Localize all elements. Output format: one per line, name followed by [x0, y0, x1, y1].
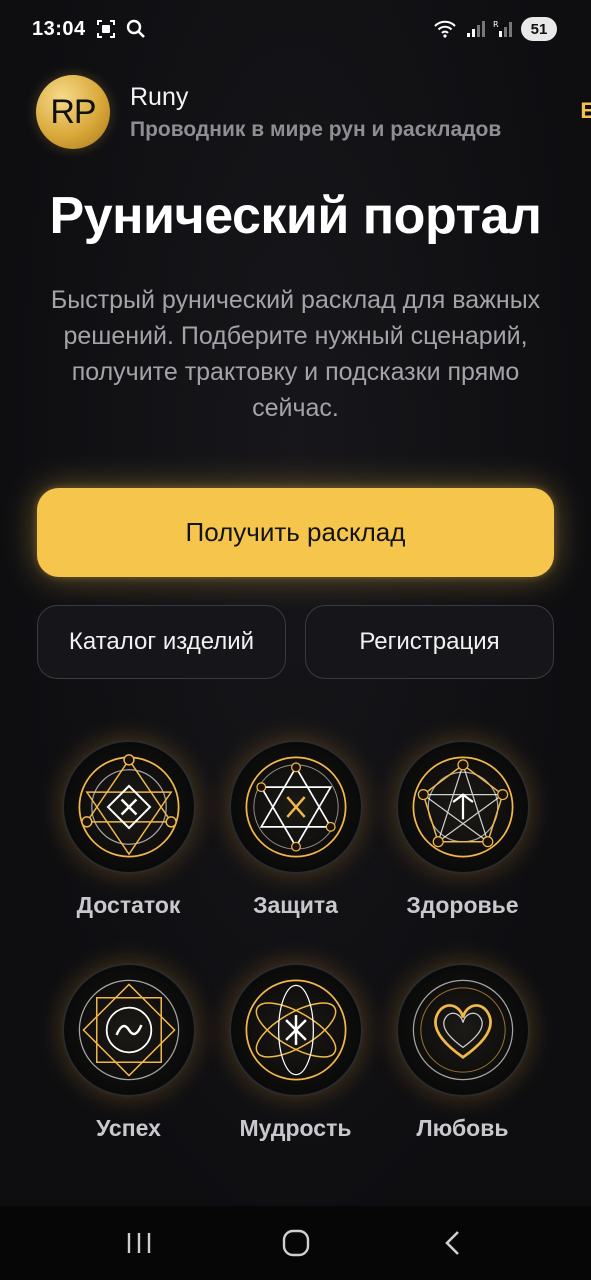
rune-protection-icon[interactable]	[228, 740, 363, 874]
app-tagline: Проводник в мире рун и раскладов	[130, 117, 502, 141]
secondary-actions: Каталог изделий Регистрация	[37, 605, 554, 679]
rune-label-wisdom: Мудрость	[239, 1115, 352, 1141]
page-description: Быстрый рунический расклад для важных ре…	[50, 286, 541, 422]
rune-category-wealth[interactable]: Достаток	[45, 740, 212, 919]
rune-success-icon[interactable]	[61, 963, 196, 1097]
back-icon[interactable]	[423, 1218, 483, 1268]
rune-category-health[interactable]: Здоровье	[379, 740, 546, 919]
wifi-icon	[434, 20, 456, 38]
signal-roaming-icon: R	[493, 20, 512, 37]
app-name: Runy	[130, 82, 189, 111]
status-bar: 13:04 R 51	[0, 0, 591, 58]
rune-category-success[interactable]: Успех	[45, 963, 212, 1142]
avatar[interactable]: RP	[36, 75, 110, 149]
rune-wisdom-icon[interactable]	[228, 963, 363, 1097]
svg-text:R: R	[493, 20, 499, 29]
rune-love-icon[interactable]	[395, 963, 530, 1097]
battery-indicator: 51	[521, 17, 557, 41]
page-title: Рунический портал	[49, 187, 542, 245]
get-reading-button[interactable]: Получить расклад	[37, 488, 554, 577]
clock: 13:04	[32, 17, 86, 40]
rune-label-wealth: Достаток	[76, 892, 181, 918]
signal-icon	[467, 21, 485, 37]
search-icon	[126, 19, 145, 38]
home-icon[interactable]	[266, 1218, 326, 1268]
rune-category-protection[interactable]: Защита	[212, 740, 379, 919]
rune-wealth-icon[interactable]	[61, 740, 196, 874]
offscreen-menu-letter[interactable]: E	[580, 98, 591, 124]
brand-header: RP Runy Проводник в мире рун и раскладов	[36, 74, 591, 150]
rune-label-health: Здоровье	[406, 892, 519, 918]
screen: 13:04 R 51 RP Runy Проводник в мире рун …	[0, 0, 591, 1280]
rune-label-love: Любовь	[416, 1115, 509, 1141]
rune-label-success: Успех	[96, 1115, 161, 1141]
system-nav-bar	[0, 1206, 591, 1280]
rune-category-love[interactable]: Любовь	[379, 963, 546, 1142]
recent-apps-icon[interactable]	[109, 1218, 169, 1268]
rune-health-icon[interactable]	[395, 740, 530, 874]
screenshot-icon	[96, 20, 115, 38]
rune-label-protection: Защита	[253, 892, 338, 918]
rune-category-wisdom[interactable]: Мудрость	[212, 963, 379, 1142]
catalog-button[interactable]: Каталог изделий	[37, 605, 286, 679]
rune-categories-grid: Достаток Защита Здоровье Успех Мудрость …	[45, 740, 545, 1142]
register-button[interactable]: Регистрация	[305, 605, 554, 679]
